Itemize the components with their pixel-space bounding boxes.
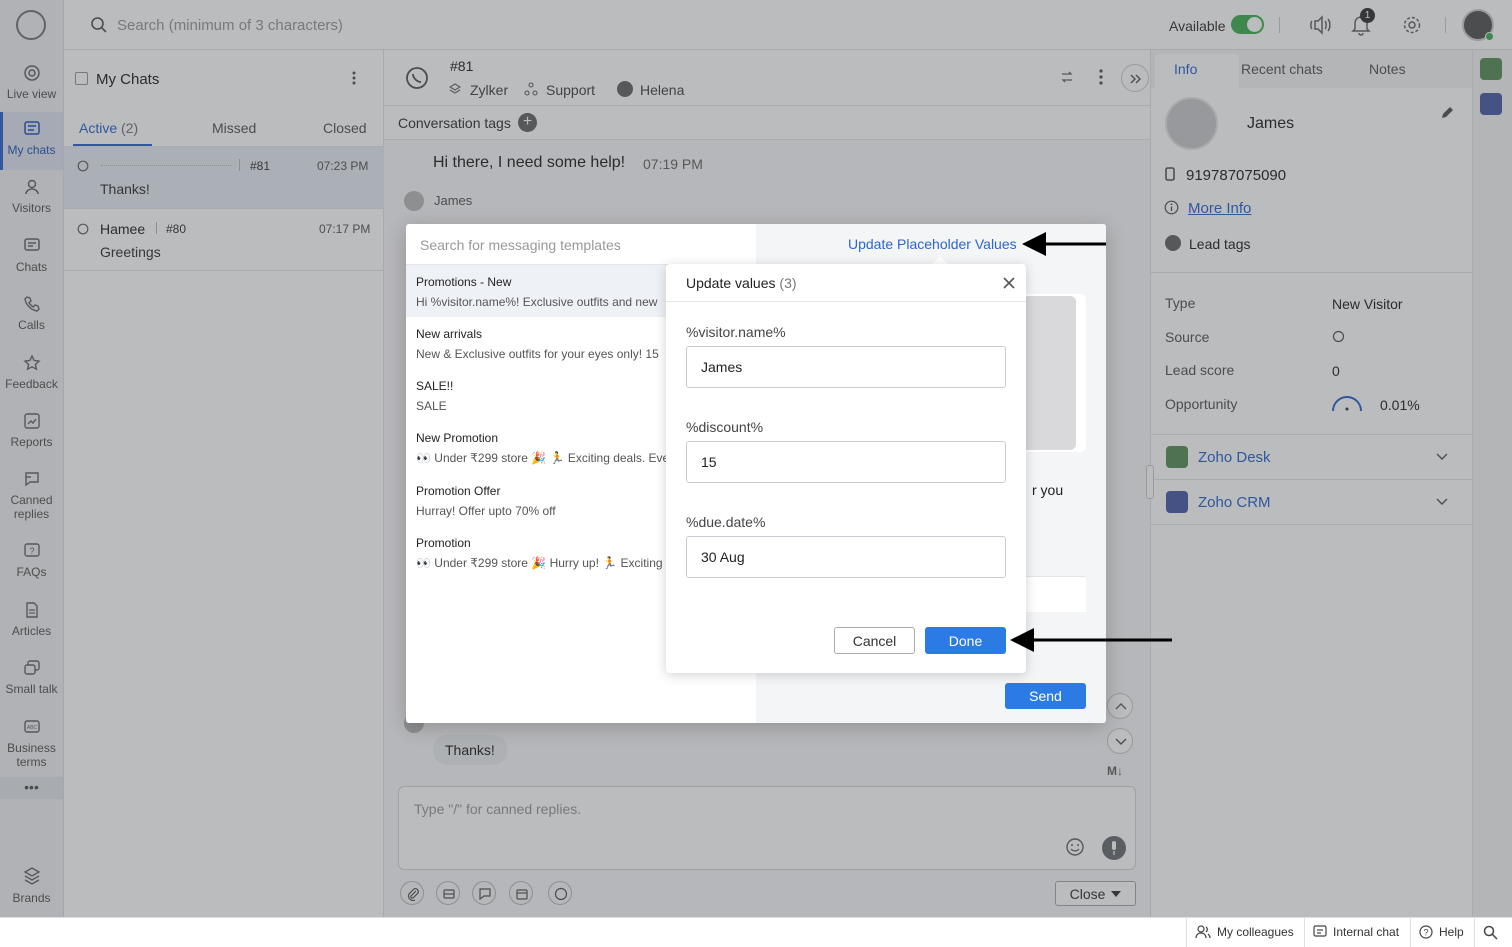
bottom-bar: My colleagues Internal chat ? Help bbox=[0, 917, 1512, 947]
divider bbox=[1304, 918, 1305, 947]
annotation-arrow-left-icon bbox=[1010, 628, 1172, 652]
update-placeholder-values-link[interactable]: Update Placeholder Values bbox=[848, 236, 1017, 252]
placeholder-label: %visitor.name% bbox=[686, 324, 786, 340]
template-search-input[interactable]: Search for messaging templates bbox=[420, 237, 621, 253]
template-preview-text: r you bbox=[1032, 482, 1064, 498]
help-button[interactable]: ? Help bbox=[1419, 925, 1464, 939]
visitor-name-input[interactable] bbox=[686, 346, 1006, 388]
internal-chat-icon bbox=[1313, 925, 1327, 937]
dialog-count: (3) bbox=[779, 275, 797, 291]
placeholder-label: %due.date% bbox=[686, 514, 766, 530]
help-icon: ? bbox=[1419, 925, 1433, 939]
dialog-title: Update values (3) bbox=[686, 275, 797, 291]
update-values-dialog: Update values (3) %visitor.name% %discou… bbox=[666, 264, 1026, 673]
send-button[interactable]: Send bbox=[1005, 683, 1086, 709]
dialog-title-text: Update values bbox=[686, 275, 776, 291]
divider bbox=[1410, 918, 1411, 947]
dialog-header: Update values (3) bbox=[666, 264, 1026, 302]
my-colleagues-button[interactable]: My colleagues bbox=[1195, 925, 1294, 939]
bottom-label: My colleagues bbox=[1217, 925, 1294, 939]
bottom-label: Internal chat bbox=[1333, 925, 1400, 939]
annotation-arrow-left-icon bbox=[1022, 232, 1106, 256]
due-date-input[interactable] bbox=[686, 536, 1006, 578]
search-icon[interactable] bbox=[1483, 925, 1498, 940]
bottom-label: Help bbox=[1439, 925, 1464, 939]
divider bbox=[1474, 918, 1475, 947]
placeholder-label: %discount% bbox=[686, 419, 764, 435]
dialog-pointer bbox=[932, 256, 948, 264]
close-icon[interactable] bbox=[1000, 274, 1018, 292]
svg-text:?: ? bbox=[1423, 928, 1428, 938]
done-button[interactable]: Done bbox=[925, 627, 1006, 654]
internal-chat-button[interactable]: Internal chat bbox=[1313, 925, 1399, 939]
discount-input[interactable] bbox=[686, 441, 1006, 483]
colleagues-icon bbox=[1195, 925, 1211, 939]
cancel-button[interactable]: Cancel bbox=[834, 627, 915, 654]
divider bbox=[1186, 918, 1187, 947]
